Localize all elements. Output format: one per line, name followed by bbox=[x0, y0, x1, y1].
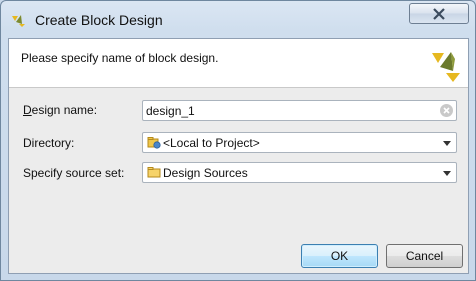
close-button[interactable] bbox=[409, 3, 469, 24]
directory-select[interactable]: <Local to Project> bbox=[142, 132, 457, 153]
window-title: Create Block Design bbox=[35, 12, 163, 28]
header-panel: Please specify name of block design. bbox=[9, 39, 468, 88]
cancel-button[interactable]: Cancel bbox=[386, 244, 463, 268]
title-bar[interactable]: Create Block Design bbox=[1, 1, 475, 35]
source-set-value: Design Sources bbox=[163, 166, 248, 180]
vivado-logo-icon bbox=[12, 15, 25, 27]
design-name-input[interactable]: design_1 bbox=[142, 100, 457, 121]
design-name-value: design_1 bbox=[146, 104, 195, 118]
header-message: Please specify name of block design. bbox=[21, 51, 219, 65]
vivado-logo-icon bbox=[432, 52, 460, 82]
directory-value: <Local to Project> bbox=[163, 136, 260, 150]
folder-icon bbox=[147, 167, 161, 178]
chevron-down-icon[interactable] bbox=[443, 141, 451, 146]
dialog-body: Please specify name of block design. Des… bbox=[8, 38, 469, 274]
source-set-label: Specify source set: bbox=[23, 166, 125, 180]
local-project-icon bbox=[147, 137, 161, 149]
directory-label: Directory: bbox=[23, 136, 75, 150]
source-set-select[interactable]: Design Sources bbox=[142, 162, 457, 183]
close-icon bbox=[433, 7, 445, 20]
create-block-design-dialog: Create Block Design Please specify name … bbox=[0, 0, 476, 281]
clear-icon[interactable] bbox=[440, 104, 453, 117]
chevron-down-icon[interactable] bbox=[443, 171, 451, 176]
design-name-label: Design name: bbox=[23, 103, 98, 117]
ok-button[interactable]: OK bbox=[301, 244, 378, 268]
